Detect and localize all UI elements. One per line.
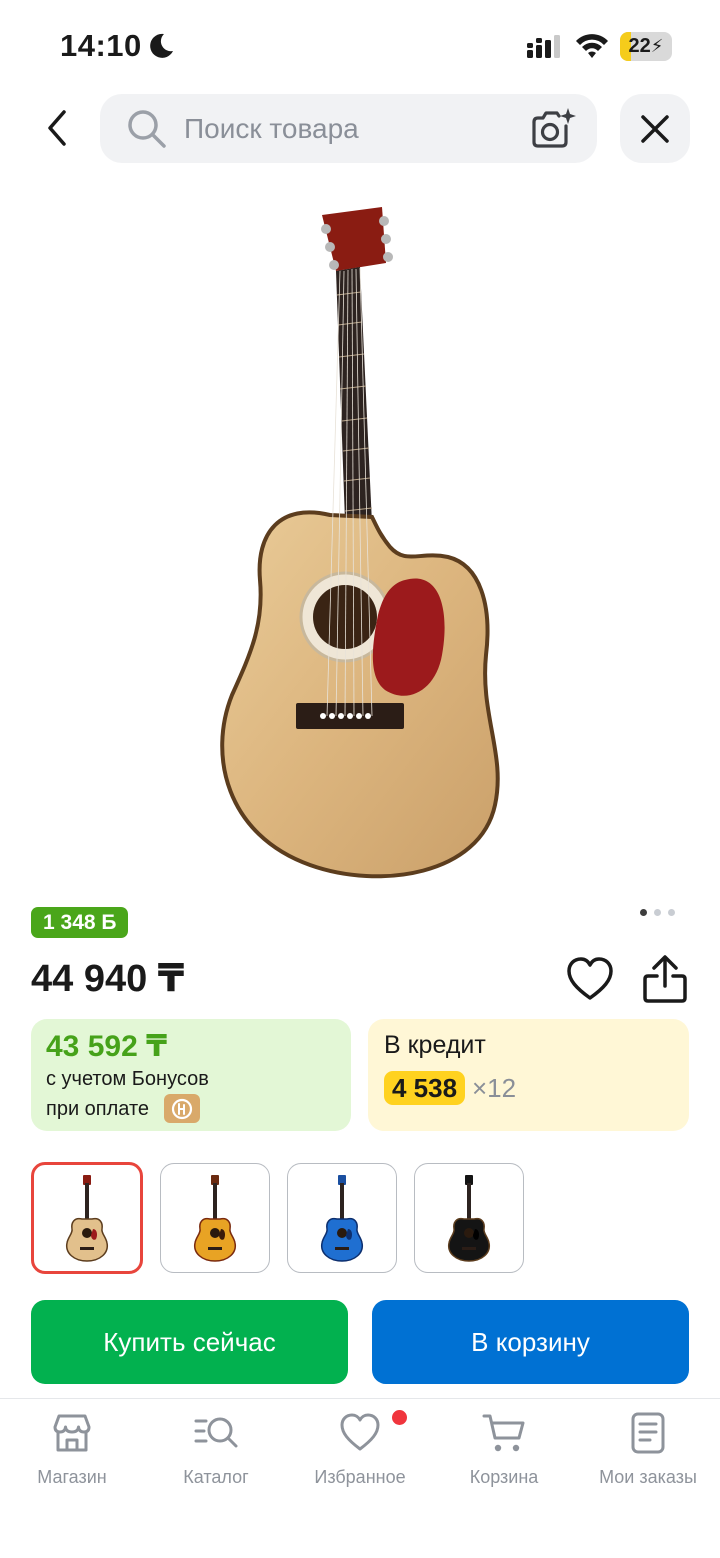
- tab-store[interactable]: Магазин: [0, 1411, 144, 1501]
- carousel-dot[interactable]: [654, 909, 661, 916]
- cart-icon: [482, 1414, 525, 1452]
- chevron-left-icon: [48, 110, 66, 146]
- buy-now-button[interactable]: Купить сейчас: [31, 1300, 348, 1384]
- catalog-icon: [194, 1417, 238, 1448]
- search-icon: [128, 110, 166, 148]
- add-to-cart-button[interactable]: В корзину: [372, 1300, 689, 1384]
- back-button[interactable]: [30, 100, 84, 156]
- product-price: 44 940 ₸: [31, 958, 185, 1000]
- tab-my-orders[interactable]: Мои заказы: [576, 1411, 720, 1501]
- close-button[interactable]: [620, 94, 690, 163]
- color-variant-blue[interactable]: [287, 1163, 397, 1273]
- guitar-thumbnail: [448, 1175, 490, 1262]
- status-bar: 14:10 22⚡: [0, 0, 720, 90]
- bonus-caption: с учетом Бонусов: [46, 1068, 209, 1090]
- credit-offer-card[interactable]: В кредит 4 538 ×12: [368, 1019, 689, 1131]
- signal-icon: [527, 35, 560, 58]
- bottom-tab-bar: Магазин Каталог Избранное Корзина Мои за…: [0, 1398, 720, 1558]
- bonus-price-card[interactable]: 43 592 ₸ с учетом Бонусов при оплате: [31, 1019, 351, 1131]
- guitar-thumbnail: [194, 1175, 236, 1262]
- image-carousel-dots[interactable]: [640, 909, 675, 916]
- heart-icon: [340, 1413, 380, 1451]
- favorites-notification-dot: [392, 1410, 407, 1425]
- tab-cart[interactable]: Корзина: [432, 1411, 576, 1501]
- camera-search-icon[interactable]: [528, 106, 576, 152]
- color-variant-sunburst[interactable]: [160, 1163, 270, 1273]
- battery-icon: 22⚡: [620, 32, 672, 61]
- bonus-coin-icon: [164, 1094, 200, 1123]
- tab-label: Мои заказы: [599, 1467, 697, 1487]
- credit-title: В кредит: [384, 1031, 486, 1059]
- tab-label: Каталог: [183, 1467, 249, 1487]
- carousel-dot[interactable]: [668, 909, 675, 916]
- tab-catalog[interactable]: Каталог: [144, 1411, 288, 1501]
- tab-favorites[interactable]: Избранное: [288, 1411, 432, 1501]
- favorite-heart-icon[interactable]: [566, 956, 614, 1002]
- color-variant-black[interactable]: [414, 1163, 524, 1273]
- color-variants: [31, 1162, 524, 1274]
- credit-monthly-amount: 4 538: [384, 1071, 466, 1105]
- battery-label: 22⚡: [628, 35, 664, 57]
- bonus-payment-caption: при оплате: [46, 1098, 150, 1120]
- wifi-icon: [576, 34, 608, 58]
- product-image[interactable]: [180, 185, 540, 895]
- credit-term: ×12: [472, 1073, 517, 1103]
- tab-label: Избранное: [314, 1467, 406, 1487]
- tab-label: Магазин: [37, 1467, 107, 1487]
- store-icon: [53, 1414, 91, 1452]
- guitar-thumbnail: [321, 1175, 363, 1262]
- color-variant-natural[interactable]: [31, 1162, 143, 1274]
- bonus-points-badge: 1 348 Б: [31, 907, 129, 938]
- search-input[interactable]: [184, 94, 514, 163]
- moon-icon: [150, 33, 173, 58]
- carousel-dot[interactable]: [640, 909, 647, 916]
- share-icon[interactable]: [640, 954, 690, 1004]
- guitar-thumbnail: [66, 1175, 108, 1262]
- search-bar[interactable]: [100, 94, 597, 163]
- status-time: 14:10: [60, 28, 142, 63]
- tab-label: Корзина: [469, 1467, 539, 1487]
- close-icon: [641, 114, 669, 143]
- bonus-price: 43 592 ₸: [46, 1030, 167, 1063]
- orders-icon: [631, 1412, 665, 1454]
